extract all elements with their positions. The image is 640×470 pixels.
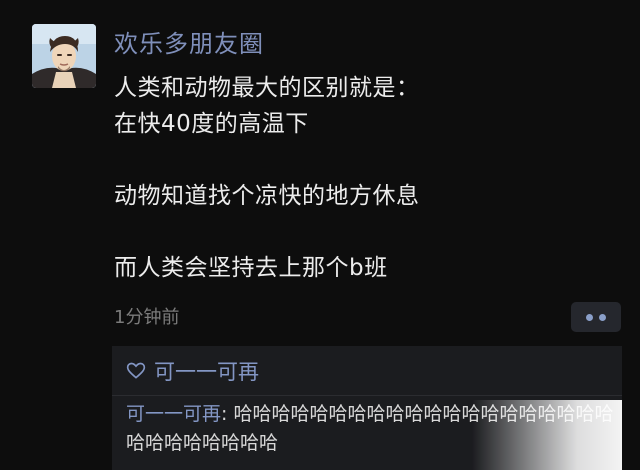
comment-separator: : (221, 403, 234, 425)
post-content: 人类和动物最大的区别就是： 在快40度的高温下 动物知道找个凉快的地方休息 而人… (114, 70, 614, 286)
more-actions-button[interactable] (571, 302, 621, 332)
content-blank-line (114, 214, 614, 250)
content-line: 人类和动物最大的区别就是： (114, 75, 420, 101)
more-dots-icon (586, 313, 593, 321)
moments-post: 欢乐多朋友圈 人类和动物最大的区别就是： 在快40度的高温下 动物知道找个凉快的… (0, 0, 640, 470)
content-line: 在快40度的高温下 (114, 111, 309, 137)
avatar[interactable] (32, 24, 96, 88)
more-dots-icon (599, 313, 606, 321)
interaction-panel: 可一一可再 可一一可再: 哈哈哈哈哈哈哈哈哈哈哈哈哈哈哈哈哈哈哈哈哈哈哈哈哈哈哈… (112, 346, 622, 470)
content-line: 动物知道找个凉快的地方休息 (114, 183, 420, 209)
post-username[interactable]: 欢乐多朋友圈 (114, 28, 264, 60)
heart-outline-icon (126, 361, 146, 381)
like-user-name[interactable]: 可一一可再 (154, 356, 259, 386)
post-timestamp: 1分钟前 (114, 307, 180, 328)
content-line: 而人类会坚持去上那个b班 (114, 255, 388, 281)
divider (112, 395, 622, 396)
comment-item[interactable]: 可一一可再: 哈哈哈哈哈哈哈哈哈哈哈哈哈哈哈哈哈哈哈哈哈哈哈哈哈哈哈哈 (126, 400, 626, 458)
content-blank-line (114, 142, 614, 178)
cartoon-man-avatar-icon (32, 24, 96, 88)
likes-row: 可一一可再 (126, 356, 259, 386)
comment-author[interactable]: 可一一可再 (126, 403, 221, 425)
